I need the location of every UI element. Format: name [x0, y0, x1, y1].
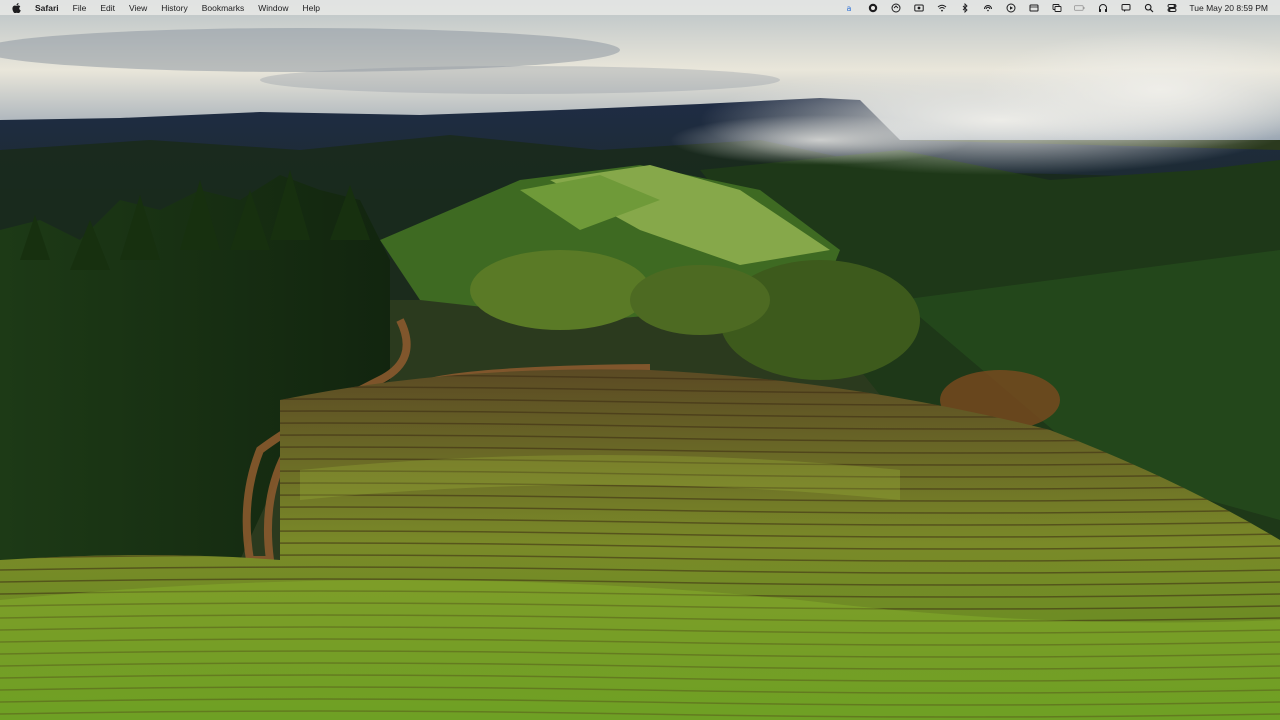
apple-logo-icon[interactable] [12, 2, 21, 13]
menu-window[interactable]: Window [258, 3, 288, 13]
menu-history[interactable]: History [161, 3, 187, 13]
text-input-icon[interactable]: a [844, 2, 855, 13]
bluetooth-icon[interactable] [959, 2, 970, 13]
menu-bar-left: Safari File Edit View History Bookmarks … [0, 0, 334, 15]
screen-record-icon[interactable] [913, 2, 924, 13]
menu-bookmarks[interactable]: Bookmarks [202, 3, 245, 13]
airdrop-icon[interactable] [982, 2, 993, 13]
vpn-globe-icon[interactable] [867, 2, 878, 13]
menu-help[interactable]: Help [302, 3, 319, 13]
sync-icon[interactable] [890, 2, 901, 13]
wifi-icon[interactable] [936, 2, 947, 13]
control-center-icon[interactable] [1166, 2, 1177, 13]
chat-icon[interactable] [1120, 2, 1131, 13]
vineyard-landscape-wallpaper [0, 0, 1280, 720]
menu-file[interactable]: File [73, 3, 87, 13]
display-icon[interactable] [1051, 2, 1062, 13]
menu-bar-status-area: a Tue May 20 8:59 PM [832, 0, 1280, 15]
menu-view[interactable]: View [129, 3, 147, 13]
menu-edit[interactable]: Edit [100, 3, 115, 13]
menu-app-safari[interactable]: Safari [35, 3, 59, 13]
play-icon[interactable] [1005, 2, 1016, 13]
headphones-icon[interactable] [1097, 2, 1108, 13]
menu-bar: Safari File Edit View History Bookmarks … [0, 0, 1280, 15]
battery-icon[interactable] [1074, 2, 1085, 13]
desktop: Safari File Edit View History Bookmarks … [0, 0, 1280, 720]
search-icon[interactable] [1143, 2, 1154, 13]
menu-bar-clock[interactable]: Tue May 20 8:59 PM [1189, 3, 1268, 13]
svg-text:a: a [846, 4, 851, 13]
window-icon[interactable] [1028, 2, 1039, 13]
